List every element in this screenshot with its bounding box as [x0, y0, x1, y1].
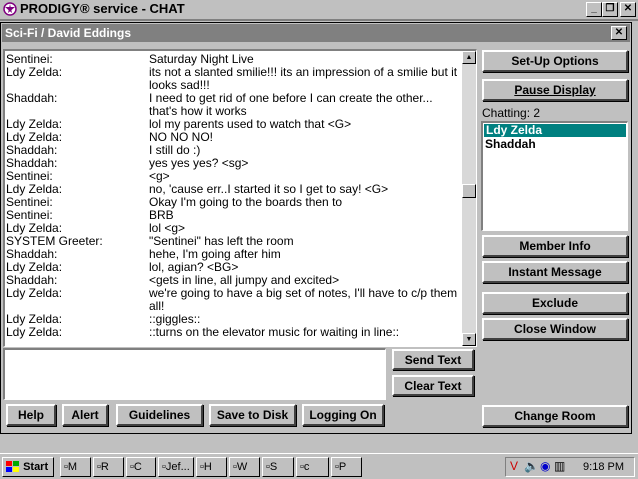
member-info-button[interactable]: Member Info: [482, 235, 628, 257]
pause-display-button[interactable]: Pause Display: [482, 79, 628, 101]
divider: [0, 19, 638, 21]
message-text: Okay I'm going to the boards then to: [149, 195, 343, 209]
help-button[interactable]: Help: [6, 404, 56, 426]
clock: 9:18 PM: [583, 461, 624, 473]
close-window-button[interactable]: Close Window: [482, 318, 628, 340]
clear-text-button[interactable]: Clear Text: [392, 375, 474, 396]
logging-on-button[interactable]: Logging On: [302, 404, 384, 426]
taskbar-label: R: [100, 461, 109, 473]
app-title: PRODIGY® service - CHAT: [20, 1, 185, 16]
taskbar-button[interactable]: ▫P: [331, 457, 362, 477]
taskbar-label: H: [203, 461, 212, 473]
message-sender: Ldy Zelda:: [6, 65, 63, 79]
taskbar-button[interactable]: ▫S: [262, 457, 294, 477]
message-text: ::turns on the elevator music for waitin…: [149, 325, 400, 339]
guidelines-button[interactable]: Guidelines: [116, 404, 203, 426]
tray-app-icon[interactable]: ▥: [554, 459, 565, 473]
chat-room-title: Sci-Fi / David Eddings: [5, 26, 132, 40]
transcript-scrollbar[interactable]: ▲ ▼: [462, 51, 476, 346]
chat-title-bar: Sci-Fi / David Eddings ✕: [2, 24, 630, 42]
message-text: we're going to have a big set of notes, …: [149, 286, 458, 313]
message-sender: Shaddah:: [6, 91, 58, 105]
message-row: Shaddah: yes yes yes? <sg>: [5, 157, 476, 170]
minimize-button[interactable]: _: [586, 2, 602, 17]
chat-transcript[interactable]: Sentinei: Saturday Night Live Ldy Zelda: it…: [3, 49, 477, 347]
taskbar-button[interactable]: ▫M: [60, 457, 91, 477]
message-row: Shaddah: I need to get rid of one before …: [5, 92, 476, 118]
message-row: Ldy Zelda: lol my parents used to watch t…: [5, 118, 476, 131]
taskbar-button[interactable]: ▫c: [296, 457, 329, 477]
start-label: Start: [23, 461, 49, 473]
message-text: its not a slanted smilie!!! its an impre…: [149, 65, 458, 92]
message-text: BRB: [149, 208, 174, 222]
message-list: Sentinei: Saturday Night Live Ldy Zelda: it…: [5, 51, 476, 339]
scroll-up-arrow-icon[interactable]: ▲: [462, 51, 476, 64]
start-button[interactable]: Start: [2, 457, 54, 477]
taskbar-button[interactable]: ▫C: [126, 457, 156, 477]
chatting-count: Chatting: 2: [482, 106, 541, 120]
taskbar-button[interactable]: ▫H: [196, 457, 227, 477]
save-to-disk-button[interactable]: Save to Disk: [209, 404, 296, 426]
message-row: Ldy Zelda: NO NO NO!: [5, 131, 476, 144]
scroll-down-arrow-icon[interactable]: ▼: [462, 333, 476, 346]
chat-close-button[interactable]: ✕: [611, 26, 627, 40]
message-row: Sentinei: BRB: [5, 209, 476, 222]
message-sender: Ldy Zelda:: [6, 325, 63, 339]
taskbar-label: c: [303, 461, 310, 473]
taskbar-label: P: [338, 461, 347, 473]
message-sender: Ldy Zelda:: [6, 286, 63, 300]
taskbar-label: M: [67, 461, 78, 473]
message-row: Ldy Zelda: we're going to have a big set …: [5, 287, 476, 313]
alert-button[interactable]: Alert: [62, 404, 108, 426]
message-text: yes yes yes? <sg>: [149, 156, 249, 170]
instant-message-button[interactable]: Instant Message: [482, 261, 628, 283]
scroll-thumb[interactable]: [462, 184, 476, 198]
user-item[interactable]: Ldy Zelda: [484, 124, 626, 137]
taskbar: Start ▫M ▫R ▫C ▫Jef... ▫H ▫W ▫S ▫c ▫P V 🔈 ◉ ▥ 9:…: [0, 453, 638, 479]
network-icon[interactable]: ◉: [540, 459, 550, 473]
taskbar-label: Jef...: [165, 461, 190, 473]
taskbar-button[interactable]: ▫R: [93, 457, 124, 477]
pause-display-label: Pause Display: [514, 83, 596, 97]
app-close-button[interactable]: ✕: [620, 2, 636, 17]
message-row: Sentinei: Okay I'm going to the boards th…: [5, 196, 476, 209]
setup-options-button[interactable]: Set-Up Options: [482, 50, 628, 72]
prodigy-logo-icon: [3, 2, 17, 16]
taskbar-label: W: [236, 461, 248, 473]
exclude-button[interactable]: Exclude: [482, 292, 628, 314]
message-row: Ldy Zelda:::turns on the elevator music …: [5, 326, 476, 339]
taskbar-button[interactable]: ▫W: [229, 457, 260, 477]
volume-icon[interactable]: 🔈: [524, 459, 539, 473]
message-input[interactable]: [3, 348, 386, 400]
message-row: Ldy Zelda: its not a slanted smilie!!! it…: [5, 66, 476, 92]
antivirus-icon[interactable]: V: [510, 459, 518, 473]
user-list[interactable]: Ldy Zelda Shaddah: [481, 121, 628, 231]
taskbar-label: S: [269, 461, 278, 473]
send-text-button[interactable]: Send Text: [392, 349, 474, 370]
taskbar-label: C: [133, 461, 142, 473]
message-row: Shaddah: hehe, I'm going after him: [5, 248, 476, 261]
windows-logo-icon: [6, 461, 19, 473]
app-title-bar: PRODIGY® service - CHAT _ ❐ ✕: [0, 0, 638, 18]
user-item[interactable]: Shaddah: [483, 138, 627, 151]
message-text: I need to get rid of one before I can cr…: [149, 91, 433, 118]
change-room-button[interactable]: Change Room: [482, 405, 628, 427]
taskbar-button[interactable]: ▫Jef...: [158, 457, 194, 477]
system-tray: V 🔈 ◉ ▥ 9:18 PM: [505, 457, 635, 477]
restore-button[interactable]: ❐: [602, 2, 618, 17]
